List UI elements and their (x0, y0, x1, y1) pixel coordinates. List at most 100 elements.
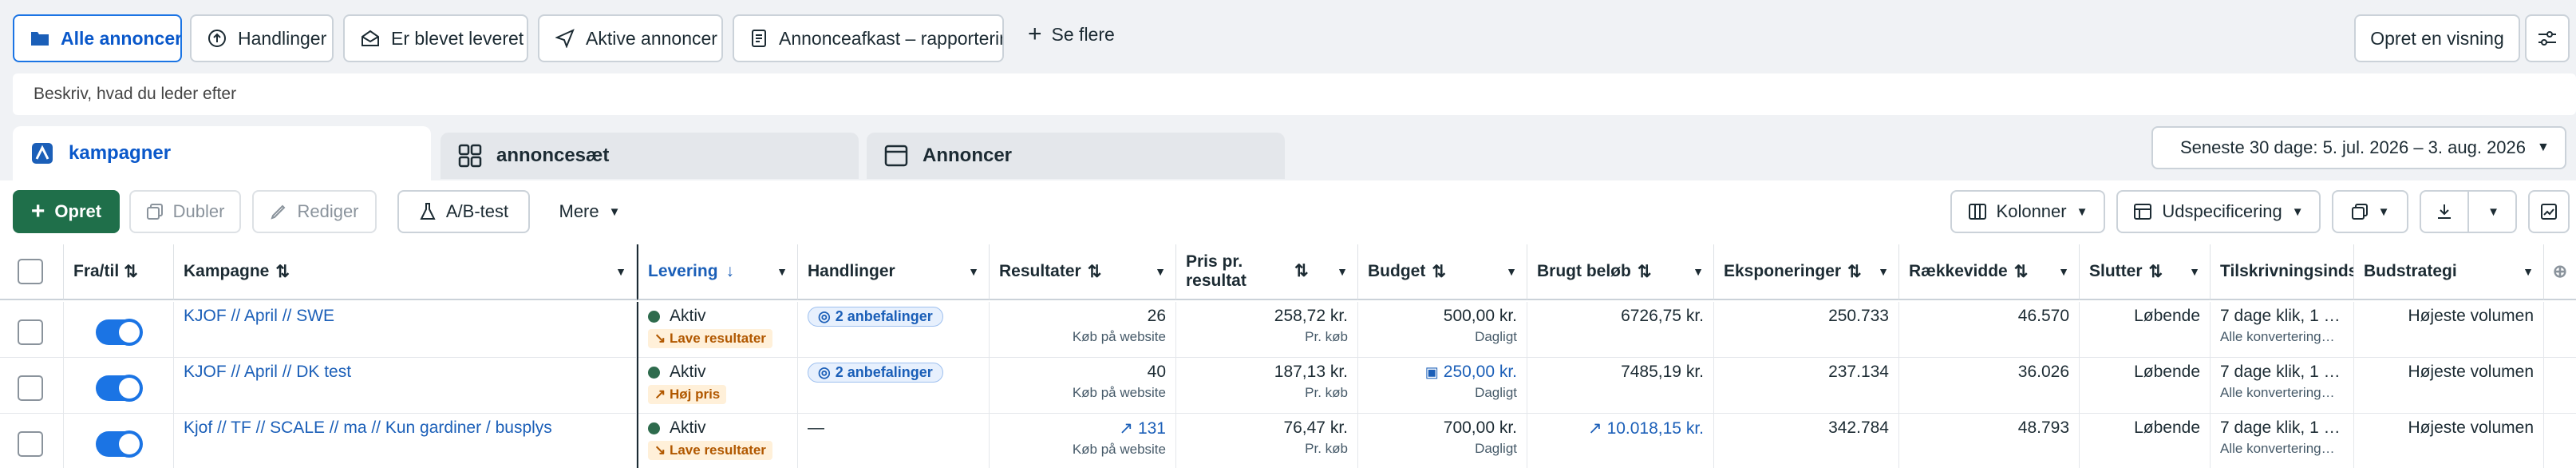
sort-icon: ⇅ (1432, 262, 1446, 281)
pencil-icon (271, 204, 286, 220)
delivery-cell: Aktiv ↘ Lave resultater (637, 414, 798, 468)
cost-cell: 187,13 kr. Pr. køb (1176, 358, 1358, 414)
view-tab-all-ads[interactable]: Alle annoncer (13, 14, 182, 62)
view-tab-active-ads[interactable]: Aktive annoncer (538, 14, 723, 62)
create-view-button[interactable]: Opret en visning (2354, 14, 2520, 62)
flask-icon (420, 203, 436, 220)
header-budget[interactable]: Budget ⇅ ▼ (1358, 244, 1527, 300)
header-campaign[interactable]: Kampagne ⇅ ▼ (174, 244, 637, 300)
header-bid-strategy[interactable]: Budstrategi ▼ (2354, 244, 2544, 300)
recommendation-icon: ◎ (818, 364, 831, 380)
reports-button[interactable]: ▼ (2332, 190, 2408, 233)
row-toggle-cell (64, 358, 174, 414)
plus-icon: + (1028, 21, 1042, 47)
breakdown-icon (2134, 204, 2152, 220)
chevron-down-icon: ▼ (968, 265, 979, 278)
tab-ads[interactable]: Annoncer (867, 133, 1285, 179)
row-checkbox[interactable] (18, 431, 43, 457)
sort-icon: ⇅ (1087, 262, 1102, 281)
budget-cell[interactable]: 500,00 kr. Dagligt (1358, 302, 1527, 358)
campaign-name-link[interactable]: KJOF // April // SWE (184, 307, 334, 325)
view-tab-actions[interactable]: Handlinger (190, 14, 334, 62)
table-row[interactable]: KJOF // April // SWE Aktiv ↘ Lave result… (0, 302, 2576, 358)
row-checkbox[interactable] (18, 375, 43, 401)
reach-cell: 46.570 (1899, 302, 2080, 358)
campaign-name-link[interactable]: KJOF // April // DK test (184, 363, 351, 381)
edit-button[interactable]: Rediger (252, 190, 377, 233)
view-tab-roas-report[interactable]: Annonceafkast – rapportering (733, 14, 1004, 62)
row-select-cell (0, 414, 64, 468)
row-checkbox[interactable] (18, 319, 43, 345)
columns-button[interactable]: Kolonner ▼ (1950, 190, 2105, 233)
select-all-checkbox[interactable] (18, 259, 43, 284)
sort-descending-icon: ↓ (725, 262, 735, 280)
chevron-down-icon: ▼ (2377, 204, 2390, 219)
more-button[interactable]: Mere ▼ (543, 190, 637, 233)
tab-campaigns[interactable]: kampagner (13, 126, 431, 180)
bid-strategy-cell: Højeste volumen (2354, 302, 2544, 358)
spent-cell: 6726,75 kr. (1527, 302, 1714, 358)
recommendations-badge[interactable]: ◎ 2 anbefalinger (808, 307, 943, 327)
header-cost-per-result[interactable]: Pris pr. resultat ⇅ ▼ (1176, 244, 1358, 300)
header-actions[interactable]: Handlinger ▼ (798, 244, 990, 300)
ab-test-button[interactable]: A/B-test (397, 190, 530, 233)
header-impressions[interactable]: Eksponeringer ⇅ ▼ (1714, 244, 1899, 300)
status-dot (648, 366, 660, 379)
recommendation-icon: ◎ (818, 308, 831, 324)
breakdown-button[interactable]: Udspecificering ▼ (2116, 190, 2321, 233)
select-all-header (0, 244, 64, 300)
campaign-folder-icon (32, 143, 53, 164)
header-attribution[interactable]: Tilskrivningsindstilling (2211, 244, 2354, 300)
view-tabs-bar: Alle annoncer Handlinger Er blevet lever… (0, 0, 2576, 73)
date-range-picker[interactable]: Seneste 30 dage: 5. jul. 2026 – 3. aug. … (2151, 126, 2566, 169)
header-amount-spent[interactable]: Brugt beløb ⇅ ▼ (1527, 244, 1714, 300)
budget-cell[interactable]: ▣ 250,00 kr. Dagligt (1358, 358, 1527, 414)
duplicate-icon (146, 204, 163, 220)
results-cell: 40 Køb på website (990, 358, 1176, 414)
row-toggle-cell (64, 302, 174, 358)
actions-cell: ◎ 2 anbefalinger (798, 358, 990, 414)
header-delivery[interactable]: Levering ↓ ▼ (637, 244, 798, 300)
header-onoff[interactable]: Fra/til ⇅ (64, 244, 174, 300)
charts-button[interactable] (2528, 190, 2570, 233)
bid-strategy-cell: Højeste volumen (2354, 414, 2544, 468)
campaign-toggle[interactable] (96, 319, 142, 345)
download-icon (2438, 204, 2451, 219)
tab-ad-sets[interactable]: annoncesæt (441, 133, 859, 179)
header-reach[interactable]: Rækkevidde ⇅ ▼ (1899, 244, 2080, 300)
campaign-name-cell: KJOF // April // DK test (174, 358, 637, 414)
attribution-cell: 7 dage klik, 1 … Alle konvertering… (2211, 358, 2354, 414)
create-button[interactable]: + Opret (13, 190, 120, 233)
budget-cell[interactable]: 700,00 kr. Dagligt (1358, 414, 1527, 468)
search-input[interactable]: Beskriv, hvad du leder efter (13, 73, 2576, 115)
table-row[interactable]: Kjof // TF // SCALE // ma // Kun gardine… (0, 414, 2576, 468)
view-tab-delivered[interactable]: Er blevet leveret (343, 14, 528, 62)
reach-cell: 48.793 (1899, 414, 2080, 468)
row-select-cell (0, 358, 64, 414)
table-row[interactable]: KJOF // April // DK test Aktiv ↗ Høj pri… (0, 358, 2576, 414)
campaign-name-link[interactable]: Kjof // TF // SCALE // ma // Kun gardine… (184, 418, 552, 437)
chevron-down-icon: ▼ (1506, 265, 1517, 278)
ad-window-icon (884, 145, 908, 167)
chevron-down-icon: ▼ (615, 265, 626, 278)
view-settings-button[interactable] (2525, 14, 2570, 62)
duplicate-button[interactable]: Dubler (129, 190, 241, 233)
chevron-down-icon: ▼ (1155, 265, 1166, 278)
status-dot (648, 422, 660, 434)
status-badge: ↘ Lave resultater (648, 329, 772, 348)
folder-icon (31, 32, 49, 46)
header-ends[interactable]: Slutter ⇅ ▼ (2080, 244, 2211, 300)
add-column-button[interactable]: ⊕ (2544, 244, 2576, 300)
recommendations-badge[interactable]: ◎ 2 anbefalinger (808, 363, 943, 383)
bid-strategy-cell: Højeste volumen (2354, 358, 2544, 414)
campaign-toggle[interactable] (96, 375, 142, 401)
document-icon (752, 30, 766, 47)
see-more-views-button[interactable]: + Se flere (1028, 22, 1115, 46)
campaign-name-cell: KJOF // April // SWE (174, 302, 637, 358)
export-button[interactable]: ▼ (2420, 190, 2517, 233)
copy-report-icon (2351, 204, 2368, 220)
header-results[interactable]: Resultater ⇅ ▼ (990, 244, 1176, 300)
campaign-toggle[interactable] (96, 431, 142, 457)
mail-open-icon (362, 30, 379, 46)
plus-icon: + (30, 198, 45, 224)
